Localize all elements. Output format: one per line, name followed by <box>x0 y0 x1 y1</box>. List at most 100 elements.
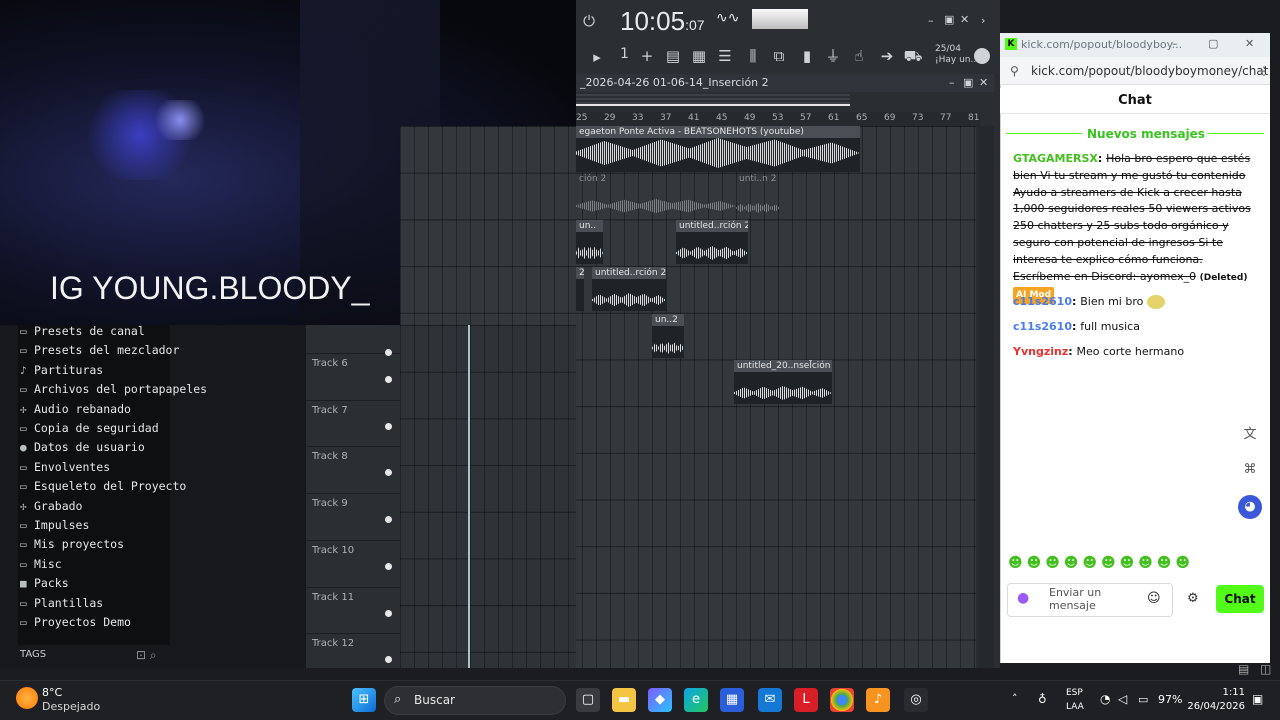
master-volume-meter[interactable] <box>752 9 808 29</box>
chat-maximize-icon[interactable]: ▢ <box>1208 37 1218 50</box>
browser-item[interactable]: ▭ Presets del mezclador <box>20 343 179 362</box>
audio-clip[interactable]: un..2 <box>652 314 684 358</box>
app-l-icon[interactable]: L <box>794 688 818 712</box>
globe-icon[interactable] <box>974 48 990 64</box>
track-header[interactable]: Track 9 <box>306 493 400 540</box>
track-mute-led[interactable] <box>385 516 392 524</box>
track-header[interactable]: Track 12 <box>306 633 400 680</box>
close-icon[interactable]: ✕ <box>960 13 969 26</box>
playlist-grid-left[interactable] <box>400 325 576 668</box>
browser-item[interactable]: ▭ Esqueleto del Proyecto <box>20 479 186 498</box>
more-options-icon[interactable]: ⋮ <box>1258 64 1270 78</box>
browser-item[interactable]: ▭ Presets de canal <box>20 324 145 343</box>
track-header[interactable]: Track 11 <box>306 586 400 634</box>
chevron-right-icon[interactable]: › <box>981 14 985 27</box>
browser-item[interactable]: ▭ Proyectos Demo <box>20 615 131 634</box>
audio-clip[interactable]: ción 2 <box>576 173 736 217</box>
browser-item[interactable]: ▭ Misc <box>20 557 62 576</box>
audio-clip[interactable]: 2 <box>576 267 584 311</box>
send-chat-button[interactable]: Chat <box>1216 585 1264 613</box>
audio-clip[interactable]: egaeton Ponte Activa - BEATSONEHOTS (you… <box>576 126 860 172</box>
track-mute-led[interactable] <box>385 469 392 477</box>
track-mute-led[interactable] <box>385 656 392 664</box>
chat-close-icon[interactable]: ✕ <box>1245 37 1254 50</box>
chat-url[interactable]: kick.com/popout/bloodyboymoney/chat <box>1031 64 1268 78</box>
cart-icon[interactable]: ⛟ <box>902 45 924 67</box>
browser-item[interactable]: ✢ Grabado <box>20 499 82 518</box>
piano-roll-icon[interactable]: ▦ <box>688 45 710 67</box>
channel-rack-icon[interactable]: ☰ <box>714 45 736 67</box>
audio-clip[interactable]: unti..n 2 <box>736 173 780 217</box>
news-widget[interactable]: 25/04 ¡Hay un... <box>935 44 979 66</box>
minimize-icon[interactable]: – <box>928 14 934 27</box>
weather-temp[interactable]: 8°C <box>42 686 62 699</box>
chat-minimize-icon[interactable]: – <box>1172 37 1178 50</box>
search-icon[interactable]: ⊡ ⌕ <box>136 648 157 663</box>
file-explorer-icon[interactable]: ▬ <box>612 688 636 712</box>
playlist-scrollbar[interactable] <box>576 104 850 106</box>
emote-bar[interactable]: ☻☻☻☻☻☻☻☻☻☻ <box>1008 555 1194 575</box>
clock-date[interactable]: 26/04/2026 <box>1184 701 1245 712</box>
split-icon[interactable]: ◫ <box>1260 662 1271 676</box>
play-arrow-icon[interactable]: ▸ <box>586 46 608 68</box>
browser-item[interactable]: ✢ Audio rebanado <box>20 402 131 421</box>
audio-clip[interactable]: un.. <box>576 220 603 264</box>
playlist-close-icon[interactable]: ✕ <box>979 76 988 89</box>
playlist-minimize-icon[interactable]: – <box>949 76 955 89</box>
search-placeholder[interactable]: Buscar <box>414 693 455 707</box>
browser-item[interactable]: ▭ Plantillas <box>20 596 103 615</box>
maximize-icon[interactable]: ▣ <box>944 13 954 26</box>
browser-item[interactable]: ▭ Archivos del portapapeles <box>20 382 207 401</box>
battery-icon[interactable]: ▭ <box>1138 693 1148 706</box>
timeline-ruler[interactable]: 25 29 33 37 41 45 49 53 57 61 65 69 73 77 81 <box>576 112 980 126</box>
bot-icon[interactable]: ◕ <box>1238 495 1262 519</box>
task-view-icon[interactable]: ▢ <box>576 688 600 712</box>
playhead[interactable] <box>468 325 470 668</box>
edge-icon[interactable]: e <box>684 688 708 712</box>
clock-time[interactable]: 1:11 <box>1200 687 1245 698</box>
grid-icon[interactable]: ⌘ <box>1238 458 1262 482</box>
translate-icon[interactable]: 文 <box>1238 423 1262 447</box>
audio-clip[interactable]: untitled..rción 2 <box>592 267 666 311</box>
track-mute-led[interactable] <box>385 422 392 430</box>
playlist-maximize-icon[interactable]: ▣ <box>963 76 973 89</box>
chat-username[interactable]: Yvngzinz <box>1013 345 1068 358</box>
chat-username[interactable]: c11s2610 <box>1013 320 1072 333</box>
track-mute-led[interactable] <box>385 609 392 617</box>
site-info-icon[interactable]: ⚲ <box>1010 64 1019 78</box>
emoji-icon[interactable]: ☺ <box>1147 591 1161 606</box>
chat-username[interactable]: GTAGAMERSX <box>1013 152 1098 165</box>
fl-studio-icon[interactable]: ♪ <box>866 688 890 712</box>
microphone-icon[interactable]: ♁ <box>1038 692 1047 706</box>
layout-icon[interactable]: ▤ <box>1238 662 1249 676</box>
browser-item[interactable]: ▭ Copia de seguridad <box>20 421 159 440</box>
touch-icon[interactable]: ☝ <box>848 45 870 67</box>
tray-chevron-icon[interactable]: ˄ <box>1012 692 1018 705</box>
obs-icon[interactable]: ◎ <box>904 688 928 712</box>
gear-icon[interactable]: ⚙ <box>1187 591 1199 606</box>
browser-item[interactable]: ● Datos de usuario <box>20 440 145 459</box>
browser-item[interactable]: ■ Packs <box>20 576 69 595</box>
vertical-scrollbar[interactable] <box>978 126 994 668</box>
weather-desc[interactable]: Despejado <box>42 700 100 713</box>
search-input[interactable] <box>384 686 566 715</box>
snap-icon[interactable]: ⏻ <box>578 10 600 32</box>
battery-percent[interactable]: 97% <box>1158 693 1182 706</box>
tray-layout[interactable]: LAA <box>1066 702 1084 712</box>
audio-clip[interactable]: untitled..rción 2 <box>676 220 748 264</box>
plugin-icon[interactable]: ⏚ <box>822 45 844 67</box>
chat-input-placeholder[interactable]: Enviar un mensaje <box>1049 586 1139 612</box>
track-header[interactable]: Track 7 <box>306 399 400 447</box>
copilot-icon[interactable]: ◆ <box>648 688 672 712</box>
file-icon[interactable]: ▮ <box>796 45 818 67</box>
browser-item[interactable]: ▭ Impulses <box>20 518 89 537</box>
playlist-icon[interactable]: ▤ <box>662 45 684 67</box>
track-header[interactable]: Track 10 <box>306 539 400 587</box>
mic-icon[interactable]: ● <box>1017 590 1029 606</box>
add-pattern-icon[interactable]: + <box>636 45 658 67</box>
track-mute-led[interactable] <box>385 349 392 356</box>
audio-clip[interactable]: untitled_20..nsel̃ción 2 <box>734 360 832 404</box>
track-mute-led[interactable] <box>385 562 392 570</box>
volume-icon[interactable]: ◁ <box>1118 692 1127 706</box>
start-icon[interactable]: ⊞ <box>352 688 376 712</box>
